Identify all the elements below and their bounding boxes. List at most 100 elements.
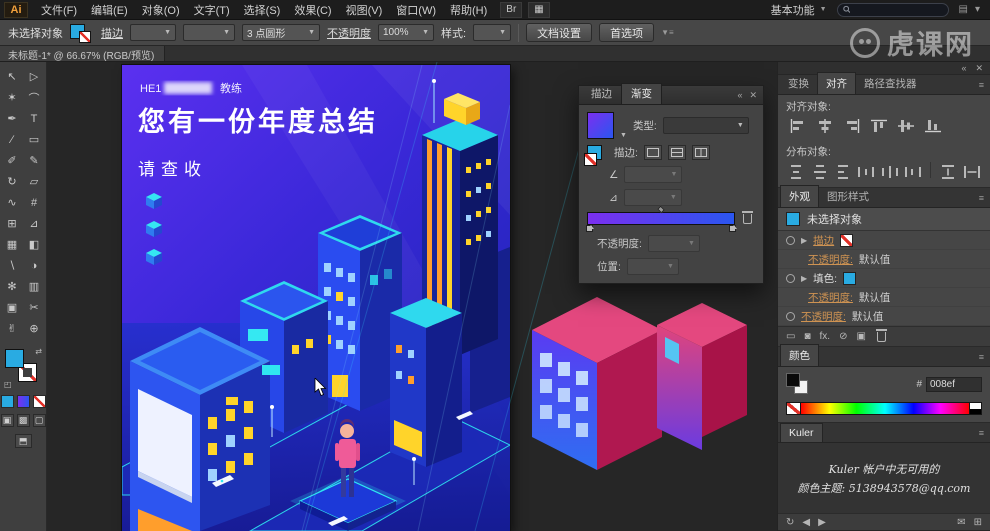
distribute-vertical-center-icon[interactable] (809, 163, 829, 181)
slice-tool[interactable]: ✂ (23, 297, 45, 318)
stop-opacity-dropdown[interactable]: ▼ (647, 235, 700, 252)
none-swatch[interactable] (787, 403, 801, 414)
pencil-tool[interactable]: ✎ (23, 150, 45, 171)
add-effect-icon[interactable]: fx. (820, 331, 831, 342)
pen-tool[interactable]: ✒ (1, 108, 23, 129)
new-stroke-icon[interactable]: ▭ (786, 331, 795, 342)
column-graph-tool[interactable]: ▥ (23, 276, 45, 297)
fill-color-swatch[interactable] (5, 349, 24, 368)
type-tool[interactable]: T (23, 108, 45, 129)
refresh-icon[interactable]: ↻ (786, 517, 794, 528)
hex-value-input[interactable] (926, 376, 982, 392)
rectangle-tool[interactable]: ▭ (23, 129, 45, 150)
panel-menu-icon[interactable]: ≡ (979, 80, 984, 90)
horizontal-distribute-space-icon[interactable] (962, 163, 982, 181)
preferences-button[interactable]: 首选项 (599, 23, 655, 42)
gradient-tool[interactable]: ◧ (23, 234, 45, 255)
visibility-eye-icon[interactable] (786, 235, 795, 245)
draw-inside-icon[interactable]: ▢ (32, 414, 46, 427)
mesh-tool[interactable]: ▦ (1, 234, 23, 255)
stroke-row-link[interactable]: 描边 (813, 233, 834, 248)
distribute-horizontal-left-icon[interactable] (856, 163, 876, 181)
panel-menu-icon[interactable]: ≡ (979, 352, 984, 362)
menu-view[interactable]: 视图(V) (339, 0, 390, 20)
delete-item-icon[interactable] (875, 328, 887, 342)
rotate-tool[interactable]: ↻ (1, 171, 23, 192)
disclosure-triangle-icon[interactable]: ▶ (801, 236, 807, 245)
chevron-down-icon[interactable]: ▼ (620, 132, 627, 139)
opacity-link[interactable]: 不透明度: (808, 252, 853, 267)
distribute-vertical-top-icon[interactable] (786, 163, 806, 181)
zoom-tool[interactable]: ⊕ (23, 318, 45, 339)
fill-color-swatch[interactable] (843, 271, 857, 285)
align-vertical-top-icon[interactable] (867, 117, 891, 135)
gradient-fill-swatch[interactable] (587, 112, 614, 139)
search-input[interactable] (854, 4, 943, 15)
menu-edit[interactable]: 编辑(E) (84, 0, 135, 20)
gradient-angle-dropdown[interactable]: ▼ (624, 166, 683, 183)
align-horizontal-center-icon[interactable] (813, 117, 837, 135)
canvas[interactable]: HE1 教练 您有一份年度总结 请查收 描边 渐变 « ✕ ▼ 类型: ▼ 描边… (47, 62, 777, 531)
gradient-stop-start[interactable] (586, 225, 594, 232)
stroke-none-swatch[interactable] (840, 233, 854, 247)
duplicate-item-icon[interactable]: ▣ (856, 331, 865, 342)
mail-theme-icon[interactable]: ✉ (957, 517, 965, 528)
lasso-tool[interactable]: ⌒ (23, 87, 45, 108)
menu-file[interactable]: 文件(F) (34, 0, 84, 20)
opacity-link[interactable]: 不透明度: (801, 309, 846, 324)
menu-overflow-icon[interactable]: ▾ (975, 4, 980, 15)
document-tab[interactable]: 未标题-1* @ 66.67% (RGB/预览) (0, 46, 166, 62)
pink-3d-shapes[interactable] (527, 275, 752, 475)
gradient-button[interactable] (16, 395, 30, 408)
stroke-weight-dropdown[interactable]: ▼ (130, 24, 176, 41)
style-dropdown[interactable]: ▼ (473, 24, 512, 41)
tab-kuler[interactable]: Kuler (780, 423, 823, 442)
tab-transform[interactable]: 变换 (780, 73, 817, 94)
menu-effect[interactable]: 效果(C) (287, 0, 338, 20)
fill-proxy-swatch[interactable] (786, 373, 800, 387)
collapse-dock-icon[interactable]: « (961, 63, 966, 73)
gradient-stop-end[interactable] (729, 225, 737, 232)
menu-object[interactable]: 对象(O) (135, 0, 187, 20)
direct-selection-tool[interactable]: ▷ (23, 66, 45, 87)
stroke-color-proxy[interactable] (584, 145, 602, 166)
none-button[interactable] (32, 395, 46, 408)
document-setup-button[interactable]: 文档设置 (526, 23, 593, 42)
menu-window[interactable]: 窗口(W) (389, 0, 443, 20)
stroke-panel-link[interactable]: 描边 (101, 25, 123, 41)
gradient-slider[interactable] (586, 205, 737, 232)
disclosure-triangle-icon[interactable]: ▶ (801, 274, 807, 283)
blend-tool[interactable]: ◑ (23, 255, 45, 276)
gradient-panel-header[interactable]: 描边 渐变 « ✕ (579, 83, 763, 105)
next-page-icon[interactable]: ▶ (818, 517, 826, 528)
workspace-switcher[interactable]: 基本功能 ▼ (771, 2, 827, 18)
symbol-sprayer-tool[interactable]: ✻ (1, 276, 23, 297)
tab-pathfinder[interactable]: 路径查找器 (856, 73, 925, 94)
fill-stroke-proxy[interactable] (70, 23, 94, 43)
color-spectrum-bar[interactable] (786, 402, 982, 415)
distribute-vertical-bottom-icon[interactable] (833, 163, 853, 181)
magic-wand-tool[interactable]: ✶ (1, 87, 23, 108)
arrange-documents-icon[interactable]: ▦ (528, 1, 550, 18)
new-fill-icon[interactable]: ◙ (804, 331, 810, 342)
opacity-link[interactable]: 不透明度: (808, 290, 853, 305)
width-tool[interactable]: ∿ (1, 192, 23, 213)
appearance-row-stroke-opacity[interactable]: 不透明度: 默认值 (778, 250, 990, 269)
tab-gradient[interactable]: 渐变 (621, 83, 662, 104)
toolbar-fill-stroke-proxy[interactable]: ⇄ ◰ (4, 347, 42, 389)
draw-normal-icon[interactable]: ▣ (0, 414, 14, 427)
scale-tool[interactable]: ▱ (23, 171, 45, 192)
opacity-panel-link[interactable]: 不透明度 (327, 25, 371, 41)
stop-location-dropdown[interactable]: ▼ (626, 258, 679, 275)
gradient-aspect-dropdown[interactable]: ▼ (623, 189, 682, 206)
menu-select[interactable]: 选择(S) (237, 0, 288, 20)
default-fill-stroke-icon[interactable]: ◰ (4, 380, 12, 389)
white-black-swatches[interactable] (969, 403, 981, 414)
vertical-distribute-space-icon[interactable] (938, 163, 958, 181)
menu-type[interactable]: 文字(T) (187, 0, 237, 20)
align-vertical-bottom-icon[interactable] (921, 117, 945, 135)
appearance-row-fill[interactable]: ▶ 填色: (778, 269, 990, 288)
perspective-grid-tool[interactable]: ⊿ (23, 213, 45, 234)
gradient-midpoint-handle[interactable] (657, 205, 665, 214)
selection-tool[interactable]: ↖ (1, 66, 23, 87)
